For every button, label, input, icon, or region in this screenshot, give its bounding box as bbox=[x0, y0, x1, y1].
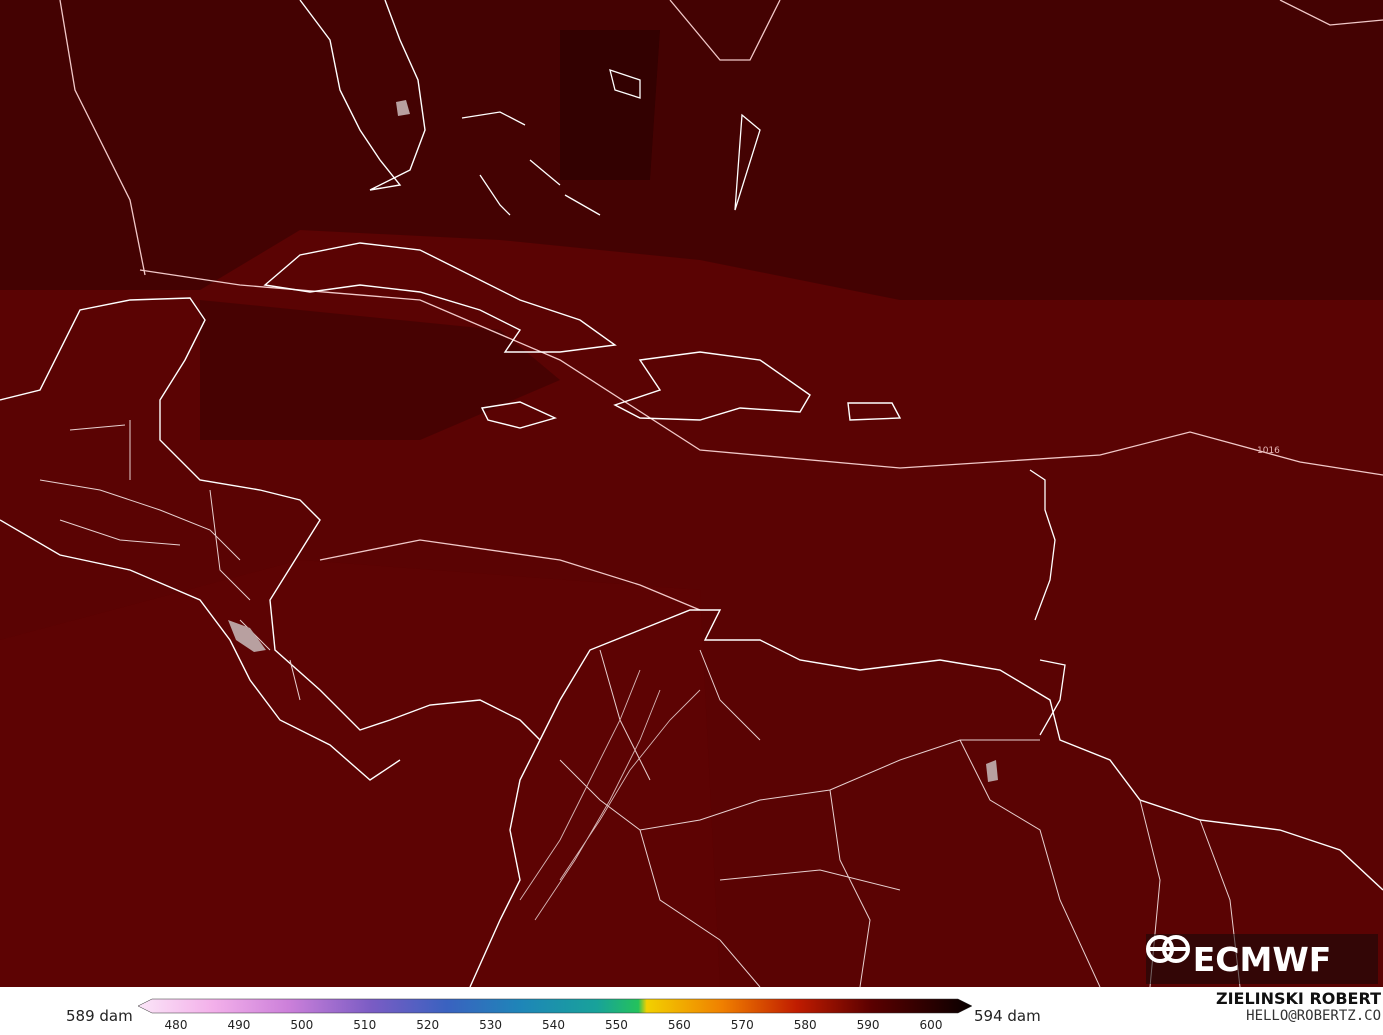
legend-tick: 580 bbox=[793, 1018, 817, 1032]
legend-tick: 510 bbox=[353, 1018, 377, 1032]
legend-max-label: 594 dam bbox=[974, 1007, 1041, 1025]
legend-tick: 530 bbox=[479, 1018, 503, 1032]
hispaniola-coast bbox=[613, 351, 811, 421]
legend-tick: 590 bbox=[856, 1018, 880, 1032]
isobar-label: 1016 bbox=[1257, 446, 1280, 456]
legend-tick: 550 bbox=[604, 1018, 628, 1032]
legend-min-label: 589 dam bbox=[66, 1007, 133, 1025]
ecmwf-logo-text: ECMWF bbox=[1192, 939, 1332, 979]
dark-region-gulf bbox=[200, 300, 560, 440]
jamaica-coast bbox=[480, 401, 558, 429]
puerto-rico-coast bbox=[847, 402, 902, 421]
legend-tick: 520 bbox=[416, 1018, 440, 1032]
ecmwf-logo: ECMWF bbox=[1146, 934, 1378, 984]
author-name: ZIELINSKI ROBERT bbox=[1215, 989, 1381, 1008]
map-canvas bbox=[0, 0, 1383, 987]
legend-tick: 570 bbox=[730, 1018, 754, 1032]
legend-colorbar bbox=[138, 998, 972, 1014]
lesser-antilles bbox=[1029, 469, 1066, 736]
ecmwf-logo-icon bbox=[1146, 935, 1190, 963]
legend-tick: 500 bbox=[290, 1018, 314, 1032]
color-legend: 589 dam 480 490 500 510 520 530 540 550 560 570 58… bbox=[0, 987, 1383, 1035]
bright-region-south bbox=[0, 560, 720, 987]
author-email[interactable]: HELLO@ROBERTZ.CO bbox=[1246, 1008, 1381, 1024]
darker-region-north bbox=[0, 0, 1383, 300]
lake-guri bbox=[986, 760, 998, 782]
legend-tick: 540 bbox=[542, 1018, 565, 1032]
legend-tick: 600 bbox=[919, 1018, 943, 1032]
darkest-region-bahamas bbox=[560, 30, 660, 180]
legend-tick: 490 bbox=[227, 1018, 251, 1032]
forecast-map: 1016 ECMWF bbox=[0, 0, 1383, 987]
legend-tick: 480 bbox=[164, 1018, 188, 1032]
legend-tick: 560 bbox=[667, 1018, 691, 1032]
